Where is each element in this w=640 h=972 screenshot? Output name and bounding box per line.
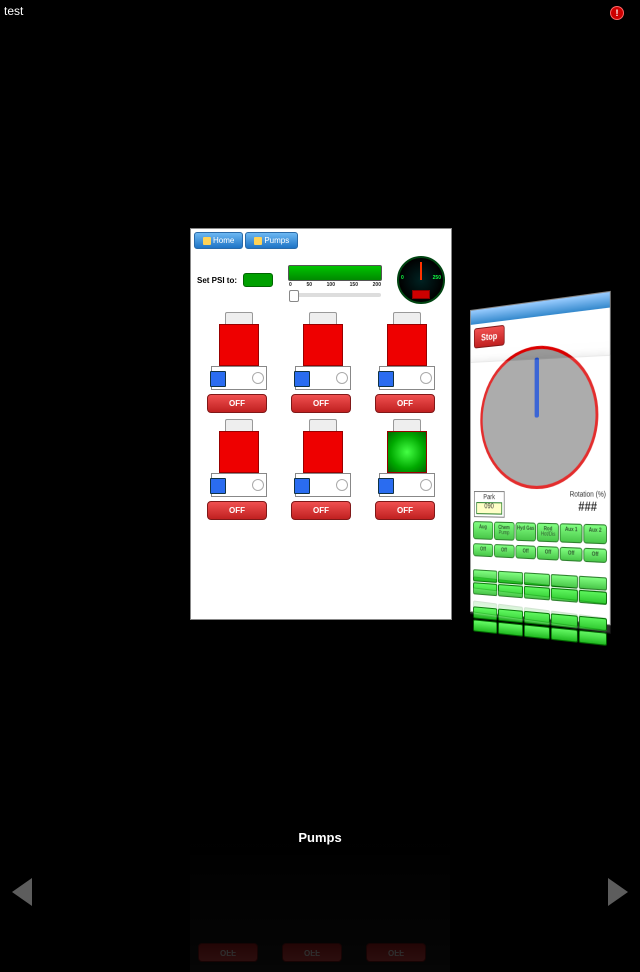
gauge-readout (412, 290, 430, 299)
pump-icon (254, 237, 262, 245)
tab-home[interactable]: Home (194, 232, 243, 249)
aux-B-5[interactable] (473, 619, 497, 634)
aux-B-7[interactable] (524, 624, 550, 639)
pump-toggle-3[interactable]: OFF (375, 394, 435, 413)
pump-5: OFF (283, 419, 359, 520)
alert-icon[interactable] (610, 6, 624, 20)
pump-graphic (375, 312, 435, 392)
tab-home-label: Home (213, 236, 234, 245)
pump-toggle-1[interactable]: OFF (207, 394, 267, 413)
psi-slider[interactable] (289, 293, 381, 297)
psi-bar (288, 265, 382, 281)
pump-1: OFF (199, 312, 275, 413)
pump-graphic (291, 312, 351, 392)
pump-graphic (375, 419, 435, 499)
reflection-side (470, 355, 611, 634)
pump-4: OFF (199, 419, 275, 520)
coverflow-stage: Home Pumps Set PSI to: 050100150200 0 25… (0, 20, 640, 840)
psi-gauge: 0 250 (397, 256, 445, 304)
gauge-needle-icon (420, 262, 422, 280)
pump-3: OFF (367, 312, 443, 413)
page-caption: Pumps (0, 830, 640, 845)
pump-toggle-2[interactable]: OFF (291, 394, 351, 413)
side-header (471, 292, 610, 325)
pump-toggle-6[interactable]: OFF (375, 501, 435, 520)
prev-arrow-icon[interactable] (12, 878, 32, 906)
pump-graphic (207, 312, 267, 392)
tab-pumps[interactable]: Pumps (245, 232, 298, 249)
stop-button[interactable]: Stop (474, 325, 505, 349)
next-arrow-icon[interactable] (608, 878, 628, 906)
pump-graphic (291, 419, 351, 499)
pump-2: OFF (283, 312, 359, 413)
home-icon (203, 237, 211, 245)
pump-6: OFF (367, 419, 443, 520)
psi-label: Set PSI to: (197, 276, 237, 285)
pump-toggle-4[interactable]: OFF (207, 501, 267, 520)
aux-B-6[interactable] (498, 622, 523, 637)
pumps-grid: OFF OFF OFF OFF OFF OFF (191, 308, 451, 528)
card-pumps[interactable]: Home Pumps Set PSI to: 050100150200 0 25… (190, 228, 452, 620)
psi-input[interactable] (243, 273, 273, 287)
pump-graphic (207, 419, 267, 499)
pump-toggle-5[interactable]: OFF (291, 501, 351, 520)
tab-pumps-label: Pumps (264, 236, 289, 245)
title-bar: test (4, 4, 23, 18)
tab-bar: Home Pumps (191, 229, 451, 252)
bar-ticks: 050100150200 (289, 282, 381, 288)
aux-B-8[interactable] (551, 627, 578, 643)
